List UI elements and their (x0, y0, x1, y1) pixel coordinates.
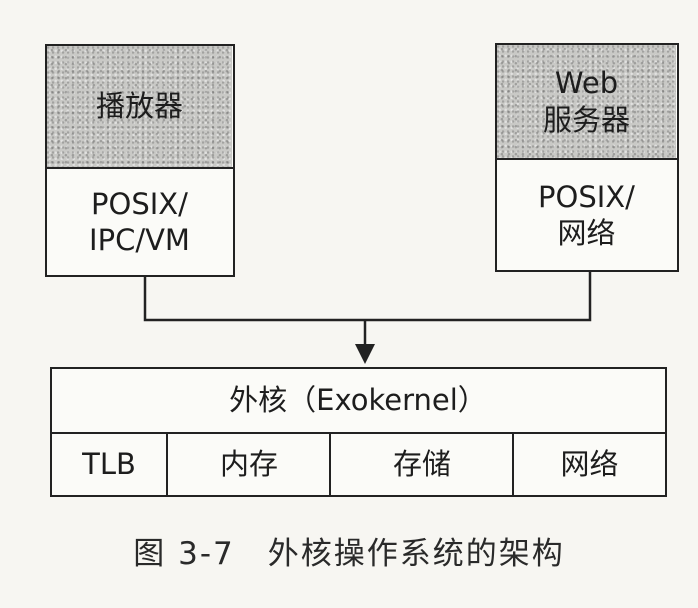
component-divider-3 (512, 432, 514, 495)
web-server-libos-line2: 网络 (557, 216, 616, 250)
web-server-name-line1: Web (554, 66, 619, 101)
player-app-box: 播放器 POSIX/ IPC/VM (45, 44, 235, 277)
component-storage: 存储 (332, 435, 512, 494)
player-app-divider (47, 167, 233, 169)
web-server-libos-line1: POSIX/ (538, 179, 635, 214)
component-memory-label: 内存 (219, 447, 278, 482)
web-server-name-cell: Web 服务器 (497, 45, 676, 158)
arrow-head (355, 344, 375, 364)
component-storage-label: 存储 (392, 447, 451, 482)
exokernel-divider (52, 432, 665, 434)
component-network: 网络 (515, 435, 664, 494)
component-divider-2 (329, 432, 331, 495)
figure-caption: 图 3-7 外核操作系统的架构 (133, 536, 565, 572)
exokernel-architecture-figure: 播放器 POSIX/ IPC/VM Web 服务器 POSIX/ 网络 外核（E… (0, 0, 698, 608)
web-server-app-box: Web 服务器 POSIX/ 网络 (495, 43, 679, 272)
component-tlb-label: TLB (82, 447, 136, 482)
player-libos-line2: IPC/VM (89, 223, 190, 257)
player-libos-line1: POSIX/ (91, 186, 188, 221)
component-memory: 内存 (169, 435, 329, 494)
component-tlb: TLB (52, 435, 166, 494)
player-app-name: 播放器 (95, 89, 183, 124)
web-server-libos-cell: POSIX/ 网络 (497, 161, 676, 269)
exokernel-box: 外核（Exokernel） TLB 内存 存储 网络 (50, 367, 667, 497)
player-app-name-cell: 播放器 (47, 46, 232, 167)
exokernel-title-cell: 外核（Exokernel） (52, 369, 664, 432)
connector-line (143, 270, 592, 322)
player-libos-cell: POSIX/ IPC/VM (47, 170, 232, 274)
web-server-divider (497, 158, 677, 160)
component-network-label: 网络 (560, 447, 619, 482)
exokernel-title: 外核（Exokernel） (229, 383, 487, 418)
web-server-name-line2: 服务器 (542, 102, 630, 137)
component-divider-1 (166, 432, 168, 495)
